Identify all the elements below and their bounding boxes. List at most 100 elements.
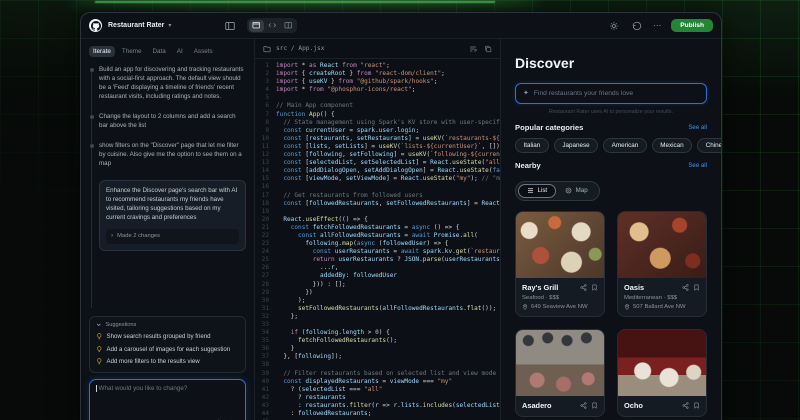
chevron-down-icon: ▾ (168, 23, 171, 29)
suggestion-item[interactable]: Add more filters to the results view (96, 358, 239, 365)
share-icon[interactable] (682, 402, 689, 409)
code-line: 10 const [restaurants, setRestaurants] =… (255, 135, 500, 143)
code-line: 8 // State management using Spark's KV s… (255, 119, 500, 127)
chat-message: Change the layout to 2 columns and add a… (99, 113, 246, 131)
share-icon[interactable] (580, 284, 587, 291)
code-editor[interactable]: 1import * as React from "react";2import … (255, 59, 500, 420)
bookmark-icon[interactable] (693, 402, 700, 409)
code-line: 7function App() { (255, 111, 500, 119)
browser-window-icon (252, 21, 261, 30)
main-columns: IterateThemeData AIAssets Build an app fo… (81, 39, 721, 420)
map-view-segment[interactable]: Map (556, 184, 597, 198)
preview-view-button[interactable] (249, 20, 264, 32)
category-chips: ItalianJapaneseAmericanMexicanChinese (515, 138, 707, 153)
code-line: 34 if (following.length > 0) { (255, 329, 500, 337)
search-placeholder: Find restaurants your friends love (534, 90, 633, 97)
tab-data[interactable]: Data (148, 46, 169, 57)
file-breadcrumb[interactable]: src / App.jsx (276, 45, 324, 52)
code-editor-panel: src / App.jsx 1import * as React from "r… (255, 39, 501, 420)
restaurant-name: Ray's Grill (522, 283, 575, 292)
tab-iterate[interactable]: Iterate (89, 46, 115, 57)
map-pin-icon (624, 304, 630, 310)
suggestion-item[interactable]: Show search results grouped by friend (96, 333, 239, 340)
preview-panel: Discover ✦ Find restaurants your friends… (501, 39, 721, 420)
search-input[interactable]: ✦ Find restaurants your friends love (515, 83, 707, 104)
tab-assets[interactable]: Assets (190, 46, 217, 57)
sidebar-toggle-button[interactable] (223, 19, 237, 33)
tab-theme[interactable]: Theme (118, 46, 146, 57)
chevron-right-icon: › (111, 233, 113, 240)
code-line: 5 (255, 94, 500, 102)
popular-see-all-link[interactable]: See all (688, 124, 707, 131)
code-line: 14 const [addDialogOpen, setAddDialogOpe… (255, 167, 500, 175)
topbar-actions: ⋯ Publish (607, 19, 713, 33)
publish-button[interactable]: Publish (671, 19, 713, 32)
code-line: 22 const allFollowedRestaurants = await … (255, 232, 500, 240)
map-pin-icon (522, 304, 528, 310)
restaurant-card[interactable]: Asadero (515, 329, 605, 417)
history-button[interactable] (630, 19, 644, 33)
history-icon (632, 21, 642, 31)
restaurant-name: Ocho (624, 401, 677, 410)
restaurant-card[interactable]: Ocho (617, 329, 707, 417)
category-chip-american[interactable]: American (603, 138, 647, 153)
chat-message-text: Change the layout to 2 columns and add a… (99, 113, 246, 131)
code-line: 3import { useKV } from "@github/spark/ho… (255, 78, 500, 86)
code-line: 1import * as React from "react"; (255, 62, 500, 70)
suggestion-item[interactable]: Add a carousel of images for each sugges… (96, 346, 239, 353)
restaurant-card[interactable]: Oasis Mediterranean · $$$ 507 Ballard Av… (617, 211, 707, 317)
lightbulb-icon (96, 346, 103, 353)
split-view-button[interactable] (281, 20, 296, 32)
restaurant-address-row: 649 Seaview Ave NW (522, 304, 598, 310)
wrap-text-icon[interactable] (469, 45, 477, 53)
sparkle-icon: ✦ (523, 90, 529, 97)
share-icon[interactable] (580, 402, 587, 409)
code-line: 9 const currentUser = spark.user.login; (255, 127, 500, 135)
page-title: Discover (515, 55, 707, 71)
project-menu[interactable]: Restaurant Rater ▾ (108, 22, 171, 29)
editor-header: src / App.jsx (255, 39, 500, 59)
restaurant-address: 649 Seaview Ave NW (531, 304, 588, 310)
made-changes-toggle[interactable]: ›Made 2 changes (106, 229, 239, 244)
search-caption: Restaurant Rater uses AI to personalize … (515, 109, 707, 115)
popular-section-header: Popular categories See all (515, 123, 707, 132)
suggestions-collapse-toggle[interactable]: Suggestions (96, 322, 239, 328)
bookmark-icon[interactable] (591, 284, 598, 291)
code-view-button[interactable] (265, 20, 280, 32)
bookmark-icon[interactable] (591, 402, 598, 409)
category-chip-chinese[interactable]: Chinese (697, 138, 721, 153)
suggestions-panel: Suggestions Show search results grouped … (89, 316, 246, 374)
settings-button[interactable] (607, 19, 621, 33)
restaurant-card-body: Oasis Mediterranean · $$$ 507 Ballard Av… (618, 278, 706, 316)
chat-input[interactable]: What would you like to change? (89, 379, 246, 420)
category-chip-mexican[interactable]: Mexican (652, 138, 692, 153)
copy-icon[interactable] (484, 45, 492, 53)
bookmark-icon[interactable] (693, 284, 700, 291)
share-icon[interactable] (682, 284, 689, 291)
editor-actions (469, 45, 492, 53)
code-icon (268, 21, 277, 30)
code-line: 2import { createRoot } from "react-dom/c… (255, 70, 500, 78)
tab-ai[interactable]: AI (173, 46, 187, 57)
suggestions-header-label: Suggestions (106, 322, 137, 328)
more-options-button[interactable]: ⋯ (653, 21, 662, 30)
list-view-segment[interactable]: List (518, 184, 556, 198)
github-logo-button[interactable] (89, 19, 102, 32)
view-controls (223, 18, 297, 33)
desktop-background: Restaurant Rater ▾ (0, 0, 800, 420)
code-line: 31 setFollowedRestaurants(allFollowedRes… (255, 305, 500, 313)
code-line: 43 : restaurants.filter(r => r.lists.inc… (255, 402, 500, 410)
chat-message-text: Build an app for discovering and trackin… (99, 66, 246, 102)
code-line: 44 : followedRestaurants; (255, 410, 500, 418)
chat-message: show filters on the "Discover" page that… (99, 142, 246, 169)
restaurant-photo (618, 330, 706, 396)
code-line: 23 following.map(async (followedUser) =>… (255, 240, 500, 248)
code-line: 15 const [viewMode, setViewMode] = React… (255, 175, 500, 183)
nearby-see-all-link[interactable]: See all (688, 162, 707, 169)
code-line: 29 }) (255, 289, 500, 297)
suggestion-text: Add a carousel of images for each sugges… (107, 346, 231, 353)
category-chip-japanese[interactable]: Japanese (554, 138, 598, 153)
category-chip-italian[interactable]: Italian (515, 138, 549, 153)
restaurant-card[interactable]: Ray's Grill Seafood · $$$ 649 Seaview Av… (515, 211, 605, 317)
iterate-panel: IterateThemeData AIAssets Build an app fo… (81, 39, 255, 420)
